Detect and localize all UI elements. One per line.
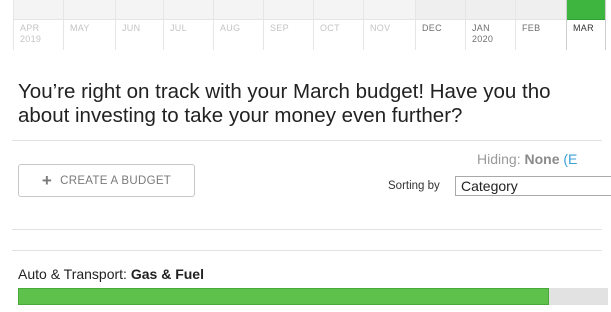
- month-name: APR: [20, 23, 40, 33]
- month-label: FEB: [522, 23, 540, 34]
- month-label: NOV: [370, 23, 390, 34]
- month-dec[interactable]: DEC: [415, 0, 465, 50]
- month-jun[interactable]: JUN: [115, 0, 163, 50]
- month-name: JUL: [170, 23, 187, 33]
- plus-icon: +: [41, 171, 53, 190]
- month-sep[interactable]: SEP: [263, 0, 313, 50]
- month-bar: [214, 0, 263, 20]
- month-name: SEP: [270, 23, 289, 33]
- month-name: DEC: [422, 23, 442, 33]
- month-label: OCT: [320, 23, 340, 34]
- month-year: 2020: [472, 34, 494, 44]
- month-label: SEP: [270, 23, 289, 34]
- month-name: JUN: [122, 23, 141, 33]
- sorting-select[interactable]: Category: [455, 176, 611, 196]
- month-bar: [416, 0, 465, 20]
- month-name: OCT: [320, 23, 340, 33]
- divider: [12, 140, 602, 141]
- hiding-value: None: [524, 151, 560, 167]
- month-label: MAR: [573, 23, 594, 34]
- month-aug[interactable]: AUG: [213, 0, 263, 50]
- month-name: NOV: [370, 23, 391, 33]
- month-bar: [314, 0, 363, 20]
- sorting-label: Sorting by: [388, 180, 440, 192]
- month-bar: [466, 0, 515, 20]
- divider: [12, 250, 602, 251]
- message-line-1: You’re right on track with your March bu…: [18, 80, 551, 103]
- month-timeline: APR 2019 MAY JUN JUL AUG SEP OCT NOV DEC JAN 2020 FE…: [0, 0, 611, 50]
- month-bar: [364, 0, 415, 20]
- month-year: 2019: [20, 34, 42, 44]
- month-name: AUG: [220, 23, 241, 33]
- message-line-2: about investing to take your money even …: [18, 104, 463, 127]
- month-label: MAY: [70, 23, 90, 34]
- month-bar: [164, 0, 213, 20]
- month-apr[interactable]: APR 2019: [13, 0, 63, 50]
- month-name: MAR: [573, 23, 594, 33]
- month-label: JUL: [170, 23, 187, 34]
- month-bar: [264, 0, 313, 20]
- month-feb[interactable]: FEB: [515, 0, 566, 50]
- budget-progress-bar[interactable]: [18, 288, 608, 305]
- month-name: JAN: [472, 23, 490, 33]
- month-bar: [116, 0, 163, 20]
- create-budget-label: CREATE A BUDGET: [60, 174, 172, 187]
- month-name: FEB: [522, 23, 541, 33]
- month-label: JUN: [122, 23, 140, 34]
- create-budget-button[interactable]: + CREATE A BUDGET: [18, 164, 195, 197]
- month-oct[interactable]: OCT: [313, 0, 363, 50]
- month-bar: [64, 0, 115, 20]
- month-label: APR 2019: [20, 23, 41, 45]
- month-jan[interactable]: JAN 2020: [465, 0, 515, 50]
- budget-status-message: You’re right on track with your March bu…: [18, 80, 611, 128]
- month-bar: [516, 0, 566, 20]
- budget-category: Auto & Transport:: [18, 266, 127, 282]
- hiding-edit-link[interactable]: (E: [563, 151, 577, 167]
- budget-progress-fill: [18, 288, 549, 305]
- month-name: MAY: [70, 23, 90, 33]
- budget-item-title: Auto & Transport: Gas & Fuel: [18, 266, 204, 282]
- month-bar: [567, 0, 605, 20]
- month-label: AUG: [220, 23, 240, 34]
- month-bar: [14, 0, 63, 20]
- month-label: DEC: [422, 23, 442, 34]
- hiding-status: Hiding: None (E: [477, 151, 577, 167]
- divider: [12, 229, 602, 230]
- month-mar[interactable]: MAR: [566, 0, 606, 50]
- month-jul[interactable]: JUL: [163, 0, 213, 50]
- budget-subcategory: Gas & Fuel: [130, 266, 204, 282]
- month-label: JAN 2020: [472, 23, 493, 45]
- month-nov[interactable]: NOV: [363, 0, 415, 50]
- month-may[interactable]: MAY: [63, 0, 115, 50]
- hiding-label: Hiding:: [477, 151, 521, 167]
